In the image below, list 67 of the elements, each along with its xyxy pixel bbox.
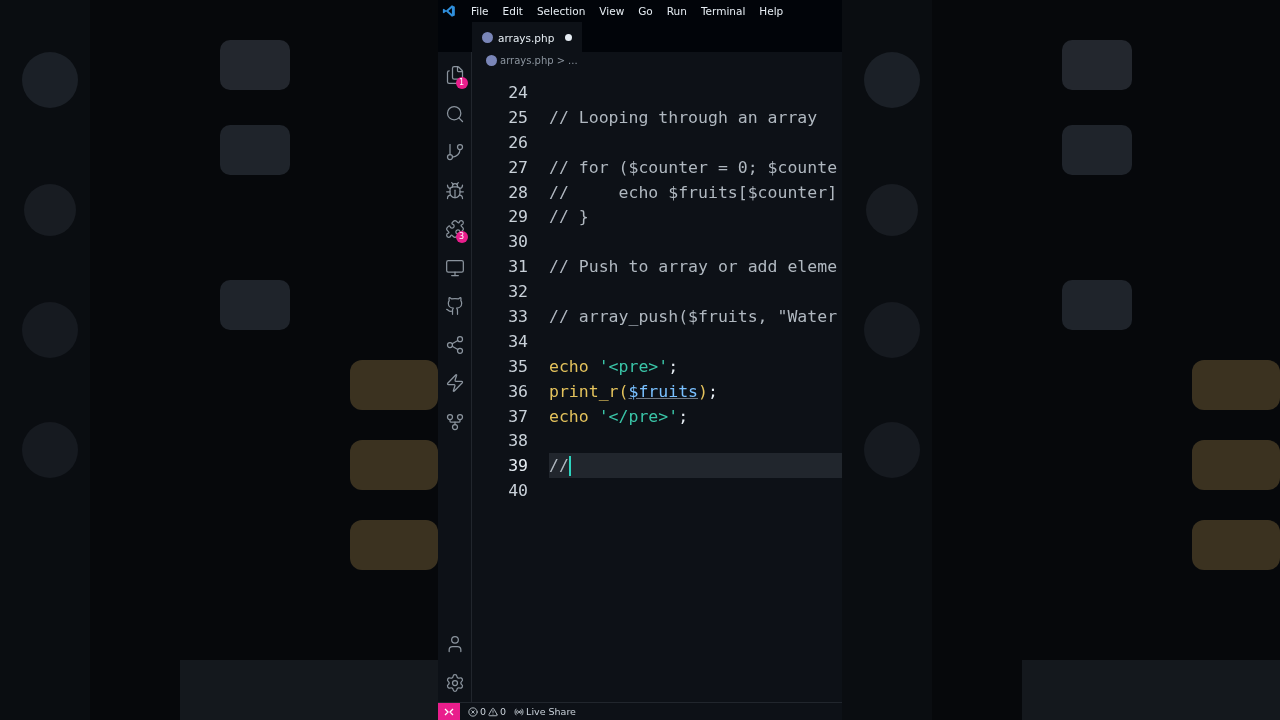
menu-item[interactable]: View [592, 5, 632, 17]
files-icon [444, 65, 465, 86]
code-line: echo '</pre>'; [549, 405, 690, 428]
puzzle-icon [444, 219, 465, 240]
files-button[interactable]: 1 [437, 56, 472, 95]
menu-item[interactable]: Terminal [693, 5, 753, 17]
bug-icon [444, 180, 465, 201]
menu-item[interactable]: Run [659, 5, 694, 17]
line-number: 37 [507, 406, 528, 426]
error-icon [468, 706, 478, 717]
code-line: // Looping through an array [549, 106, 819, 129]
breadcrumb-item[interactable]: > [556, 54, 566, 66]
line-number: 32 [507, 282, 528, 302]
problems-button[interactable]: 0 0 [468, 706, 507, 717]
unsaved-dot-icon [565, 34, 573, 41]
code-line: // echo $fruits[$counter] [549, 181, 839, 204]
line-number: 40 [507, 481, 528, 501]
remote-icon [444, 706, 454, 717]
line-number: 25 [507, 107, 528, 127]
breadcrumb-item[interactable]: ... [568, 54, 578, 66]
line-number: 34 [507, 331, 528, 351]
warning-count: 0 [500, 706, 507, 717]
line-number: 33 [507, 306, 528, 326]
line-number: 35 [507, 356, 528, 376]
live-share-button[interactable]: Live Share [514, 706, 576, 717]
warning-icon [488, 706, 499, 717]
branch-icon [444, 142, 465, 163]
puzzle-button[interactable]: 3 [437, 210, 472, 249]
fork-icon [444, 411, 465, 432]
line-number: 27 [507, 157, 528, 177]
line-number: 38 [507, 431, 528, 451]
error-count: 0 [480, 706, 487, 717]
line-number: 39 [507, 456, 528, 476]
code-line: // for ($counter = 0; $counte [549, 156, 839, 179]
cat-icon [444, 296, 465, 317]
code-line: // Push to array or add eleme [549, 256, 839, 279]
menu-item[interactable]: Edit [495, 5, 530, 17]
share-icon [444, 334, 465, 355]
editor-logo-icon [442, 4, 456, 18]
menu-item[interactable]: Selection [529, 5, 593, 17]
line-number: 26 [507, 132, 528, 152]
code-line: // } [549, 206, 590, 229]
breadcrumb-item[interactable]: arrays.php [500, 54, 554, 66]
settings-icon [444, 672, 465, 693]
count-badge: 3 [455, 230, 468, 243]
menu-item[interactable]: File [464, 5, 496, 17]
lightning-icon [444, 373, 465, 394]
line-number: 31 [507, 257, 528, 277]
line-number: 28 [507, 182, 528, 202]
broadcast-icon [514, 706, 525, 717]
line-number: 24 [507, 82, 528, 102]
line-number: 29 [507, 207, 528, 227]
code-line: echo '<pre>'; [549, 355, 680, 378]
code-line: // array_push($fruits, "Water [549, 305, 839, 328]
tab-label: arrays.php [498, 31, 555, 44]
live-share-label: Live Share [526, 706, 576, 717]
remote-button[interactable] [438, 702, 460, 720]
editor-tab[interactable]: arrays.php [472, 22, 583, 52]
text-caret [568, 455, 571, 476]
count-badge: 1 [455, 76, 468, 89]
monitor-icon [444, 257, 465, 278]
line-number: 36 [507, 381, 528, 401]
line-number: 30 [507, 232, 528, 252]
menu-item[interactable]: Help [752, 5, 791, 17]
menu-item[interactable]: Go [631, 5, 660, 17]
search-icon [444, 103, 465, 124]
code-line: print_r($fruits); [549, 380, 719, 403]
